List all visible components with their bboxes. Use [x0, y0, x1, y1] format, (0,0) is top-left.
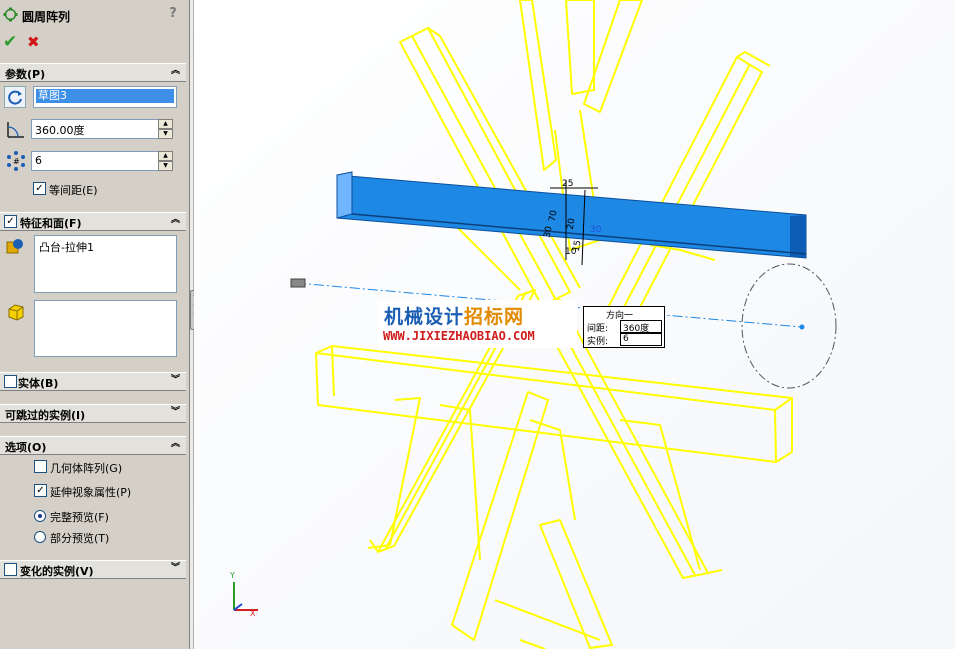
watermark-part2: 招标网 [464, 306, 525, 328]
property-manager-panel: 圆周阵列 ? ✔ ✖ 参数(P) ︽ 草图3 360.00度 ▲ ▼ # 6 ▲ ▼… [0, 0, 190, 649]
features-list[interactable]: 凸台-拉伸1 [34, 235, 177, 293]
property-manager-title: 圆周阵列 [22, 10, 71, 24]
watermark-url: WWW.JIXIEZHAOBIAO.COM [383, 329, 535, 343]
angle-input[interactable]: 360.00度 [31, 119, 159, 139]
callout-instances-input[interactable]: 6 [620, 333, 662, 346]
svg-text:#: # [13, 157, 20, 166]
section-parameters-header[interactable]: 参数(P) ︽ [0, 63, 186, 82]
dimension-label: 10 [565, 247, 577, 257]
callout-spacing-input[interactable]: 360度 [620, 320, 662, 334]
geometry-pattern-label: 几何体阵列(G) [50, 462, 123, 475]
section-bodies-label: 实体(B) [18, 377, 59, 390]
callout-spacing-label: 间距: [587, 324, 609, 334]
expand-down-icon[interactable]: ︾ [169, 562, 182, 575]
rotate-axis-icon[interactable] [4, 86, 26, 108]
propagate-visual-checkbox[interactable]: ✓ [34, 484, 47, 497]
collapse-up-icon[interactable]: ︽ [169, 214, 182, 227]
ok-button[interactable]: ✔ [3, 32, 17, 52]
collapse-up-icon[interactable]: ︽ [169, 65, 182, 78]
svg-text:Y: Y [229, 571, 235, 580]
equal-spacing-label: 等间距(E) [49, 184, 98, 197]
property-manager-title-bar: 圆周阵列 ? [0, 0, 189, 30]
circular-pattern-icon [3, 7, 18, 22]
features-section-checkbox[interactable]: ✓ [4, 215, 17, 228]
expand-down-icon[interactable]: ︾ [169, 374, 182, 387]
section-options-header[interactable]: 选项(O) ︽ [0, 436, 186, 455]
angle-icon [7, 122, 24, 138]
faces-icon [8, 304, 24, 321]
section-bodies-header[interactable]: 实体(B) ︾ [0, 372, 186, 391]
equal-spacing-checkbox[interactable]: ✓ [33, 182, 46, 195]
section-features-header[interactable]: ✓ 特征和面(F) ︽ [0, 212, 186, 231]
partial-preview-radio[interactable] [34, 531, 46, 543]
section-skip-instances-header[interactable]: 可跳过的实例(I) ︾ [0, 404, 186, 423]
faces-list[interactable] [34, 300, 177, 357]
partial-preview-label: 部分预览(T) [50, 532, 110, 545]
watermark-part1: 机械设计 [384, 306, 465, 328]
full-preview-radio[interactable] [34, 510, 46, 522]
dimension-label: 20 [566, 217, 578, 230]
instances-icon: # [7, 151, 25, 171]
svg-text:X: X [250, 609, 256, 618]
angle-input-value: 360.00度 [35, 124, 85, 137]
watermark: 机械设计招标网 WWW.JIXIEZHAOBIAO.COM [378, 300, 577, 348]
list-item[interactable]: 凸台-拉伸1 [39, 239, 94, 255]
callout-instances-value: 6 [623, 334, 629, 344]
instances-spinner[interactable]: ▲ ▼ [158, 151, 173, 171]
dimension-label: 30 [590, 225, 602, 235]
axis-selection-value: 草图3 [36, 89, 174, 103]
section-vary-instances-label: 变化的实例(V) [20, 565, 94, 578]
dimension-label: 70 [548, 209, 560, 222]
section-options-label: 选项(O) [5, 441, 47, 454]
angle-spinner[interactable]: ▲ ▼ [158, 119, 173, 139]
callout-instances-label: 实例: [587, 337, 609, 347]
bodies-section-checkbox[interactable] [4, 375, 17, 388]
dimension-label: 25 [562, 179, 573, 189]
section-vary-instances-header[interactable]: 变化的实例(V) ︾ [0, 560, 186, 579]
full-preview-label: 完整预览(F) [50, 511, 109, 524]
dimension-label: 30 [543, 225, 555, 238]
axis-selection-field[interactable]: 草图3 [33, 86, 177, 108]
collapse-up-icon[interactable]: ︽ [169, 438, 182, 451]
expand-down-icon[interactable]: ︾ [169, 406, 182, 419]
instances-input-value: 6 [35, 154, 42, 167]
section-features-label: 特征和面(F) [20, 217, 82, 230]
features-to-pattern-icon [6, 239, 23, 254]
section-parameters-label: 参数(P) [5, 68, 46, 81]
instances-input[interactable]: 6 [31, 151, 159, 171]
section-skip-instances-label: 可跳过的实例(I) [5, 409, 86, 422]
propagate-visual-label: 延伸视象属性(P) [50, 486, 132, 499]
vary-section-checkbox[interactable] [4, 563, 17, 576]
geometry-pattern-checkbox[interactable] [34, 460, 47, 473]
direction-callout[interactable]: 方向一 间距: 360度 实例: 6 [583, 306, 665, 348]
cancel-button[interactable]: ✖ [27, 33, 40, 51]
help-icon[interactable]: ? [165, 6, 181, 22]
